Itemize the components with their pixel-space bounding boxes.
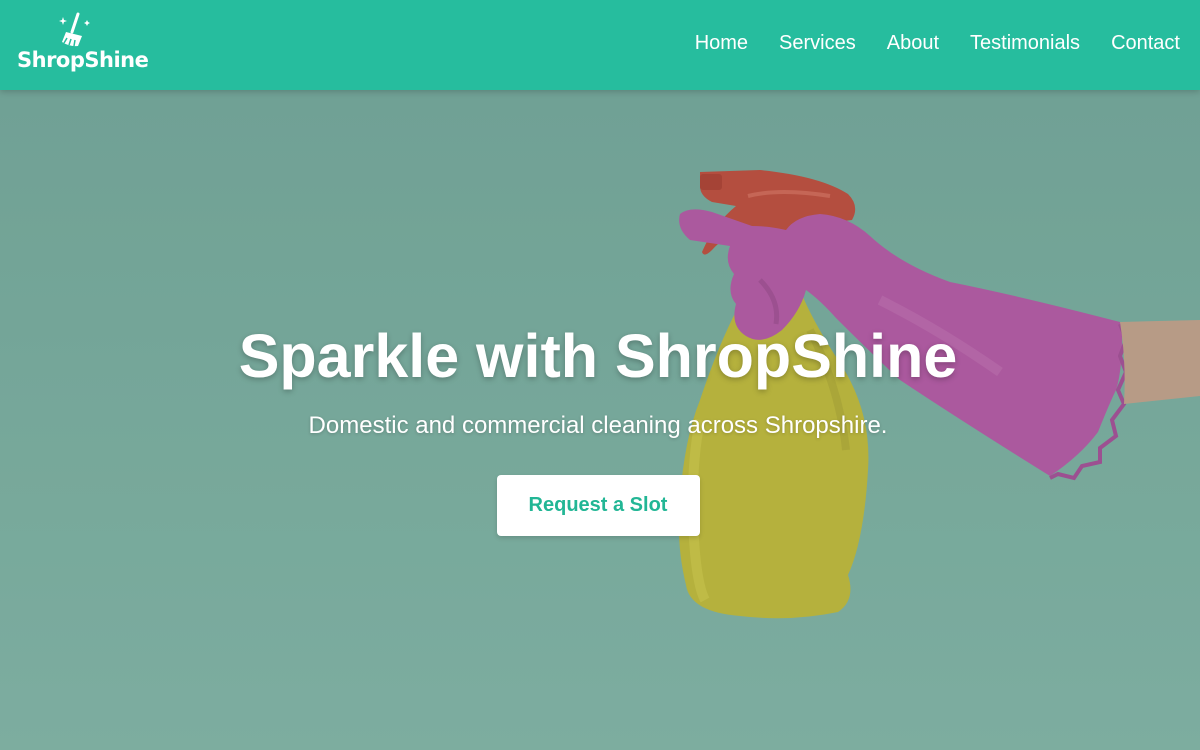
nav-about[interactable]: About — [887, 31, 939, 55]
nav-home[interactable]: Home — [695, 31, 748, 55]
page: ShropShine Home Services About Testimoni… — [0, 0, 1200, 750]
request-slot-button[interactable]: Request a Slot — [496, 475, 700, 536]
hero-title: Sparkle with ShropShine — [238, 322, 958, 390]
hero-subtitle: Domestic and commercial cleaning across … — [308, 412, 888, 439]
hero-content: Sparkle with ShropShine Domestic and com… — [0, 320, 1196, 536]
broom-sparkle-icon — [59, 12, 90, 47]
main-nav: Home Services About Testimonials Contact — [695, 31, 1180, 55]
brand-name: ShropShine — [17, 48, 149, 72]
nav-testimonials[interactable]: Testimonials — [970, 31, 1080, 55]
brand-logo[interactable]: ShropShine — [16, 12, 149, 78]
nav-contact[interactable]: Contact — [1111, 31, 1180, 55]
site-header: ShropShine Home Services About Testimoni… — [0, 0, 1200, 90]
nav-services[interactable]: Services — [779, 31, 856, 55]
